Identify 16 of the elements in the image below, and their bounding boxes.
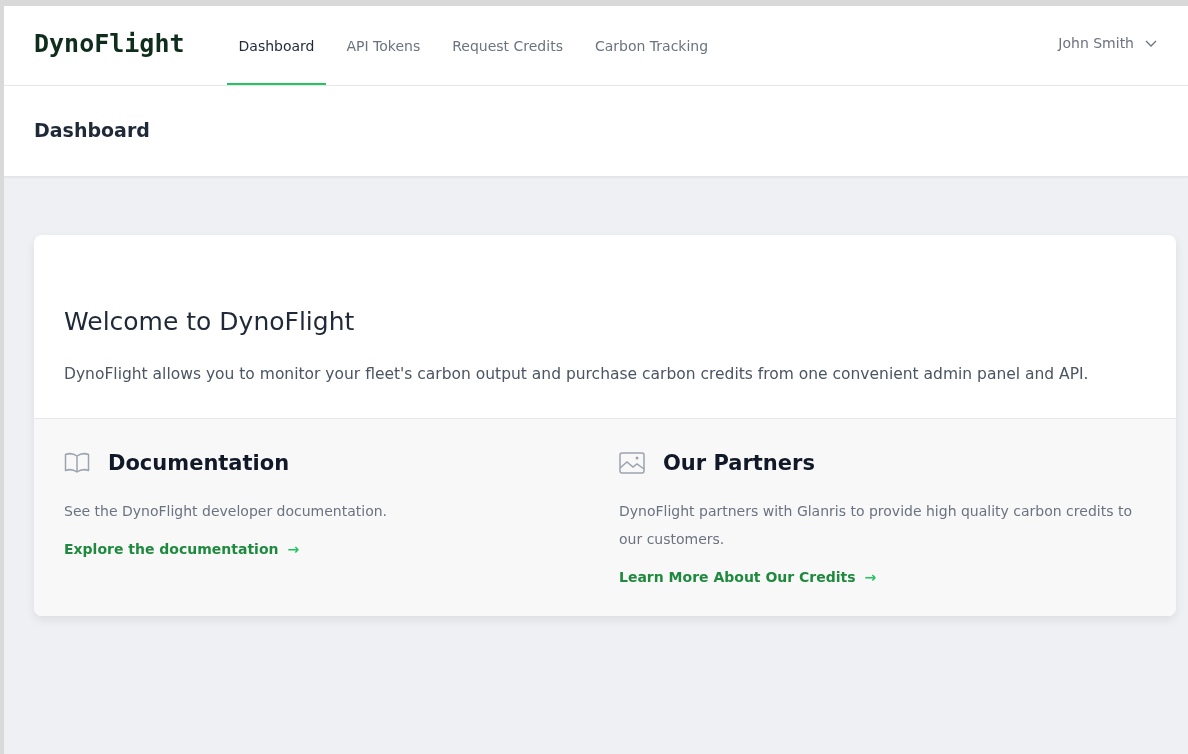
- page-title: Dashboard: [34, 119, 150, 141]
- book-icon: [64, 452, 90, 474]
- nav-tab[interactable]: Carbon Tracking: [582, 8, 721, 85]
- nav-tab[interactable]: Request Credits: [440, 8, 575, 85]
- welcome-title: Welcome to DynoFlight: [64, 307, 356, 336]
- brand-logo[interactable]: DynoFlight: [34, 29, 185, 58]
- image-icon: [619, 452, 645, 474]
- section-link[interactable]: Explore the documentation →: [64, 541, 300, 557]
- section-text: DynoFlight partners with Glanris to provide high quality carbon credits to our customers.: [619, 502, 1133, 549]
- user-menu[interactable]: John Smith: [1058, 6, 1158, 85]
- section-link[interactable]: Learn More About Our Credits →: [619, 569, 877, 585]
- section-text: See the DynoFlight developer documentation.: [64, 502, 389, 521]
- welcome-text: DynoFlight allows you to monitor your fleet's carbon output and purchase carbon credits from one convenient admin panel and API.: [64, 364, 1090, 385]
- nav-tab[interactable]: API Tokens: [334, 8, 433, 85]
- section-title: Our Partners: [663, 451, 815, 475]
- section-title: Documentation: [108, 451, 290, 475]
